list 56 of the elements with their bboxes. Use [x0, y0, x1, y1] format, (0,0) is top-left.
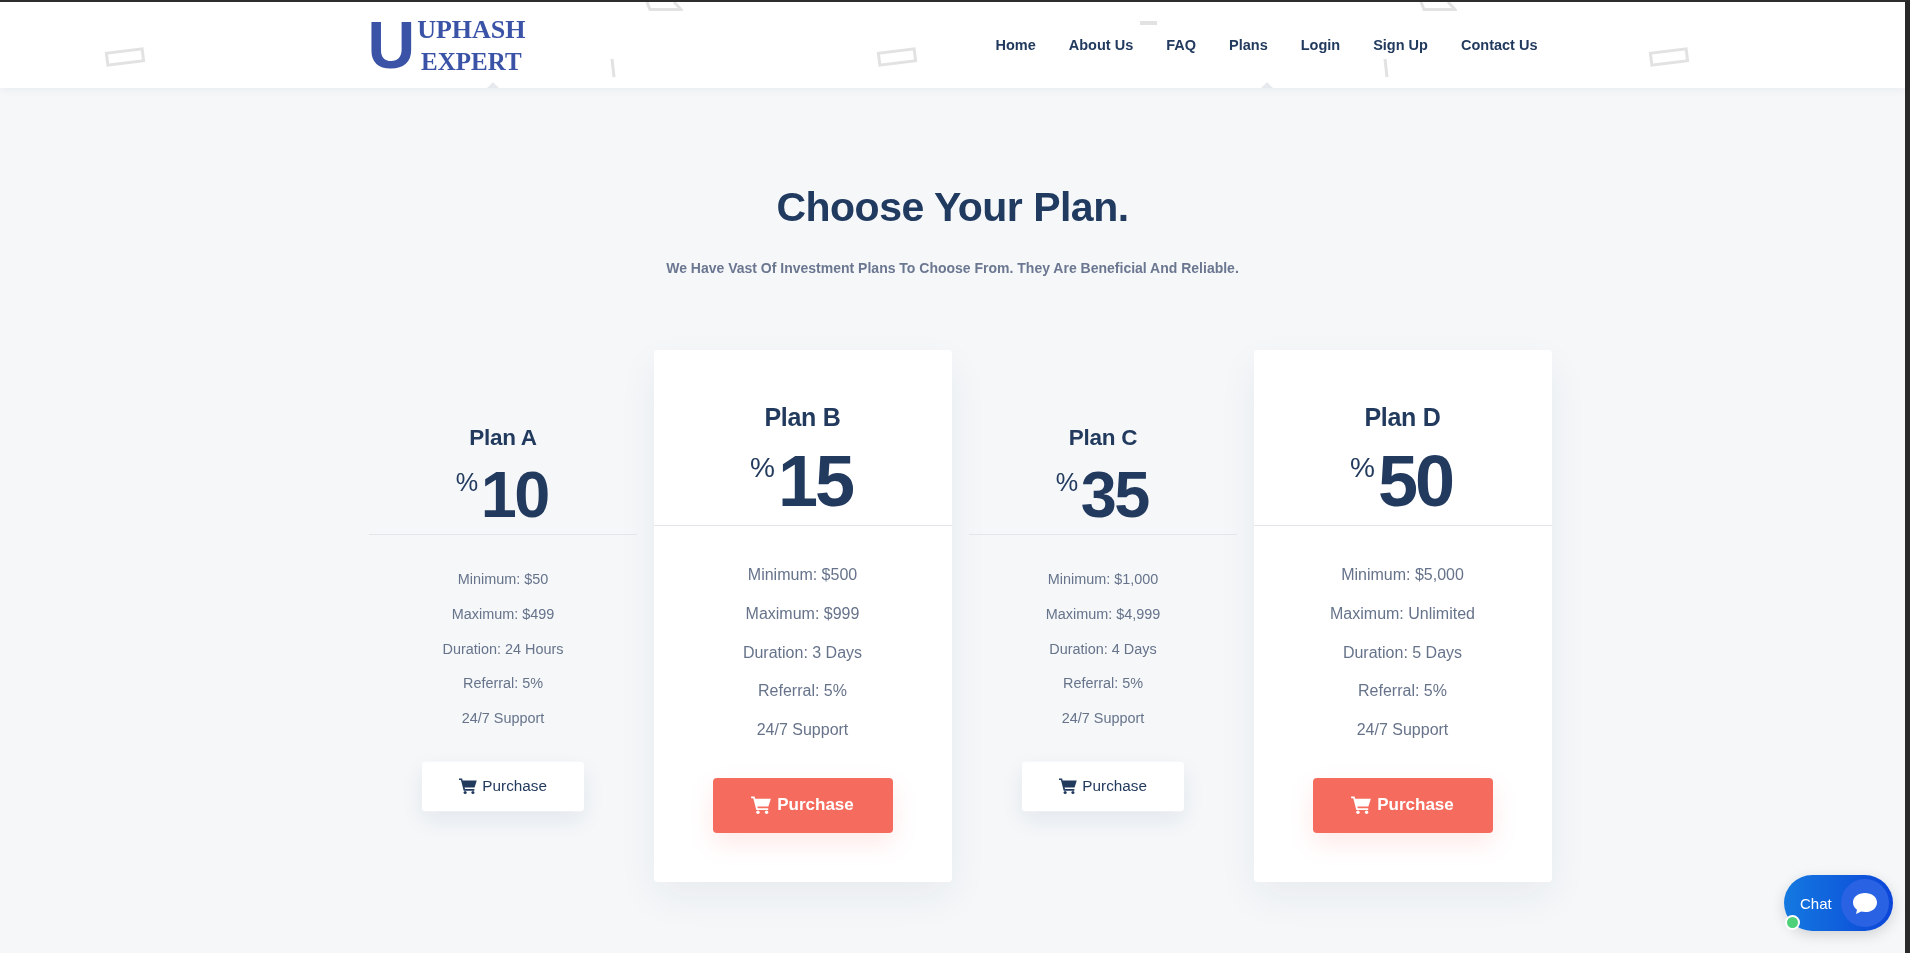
decor-line: [1383, 58, 1389, 78]
plan-feature: Duration: 4 Days: [1048, 639, 1157, 659]
plan-feature: Maximum: $499: [451, 604, 554, 624]
plan-rate: 50: [1377, 444, 1453, 518]
speech-bubble-icon: [1841, 879, 1889, 927]
cart-icon: [751, 796, 772, 815]
plan-feature: 24/7 Support: [1061, 709, 1144, 728]
plan-feature: Maximum: Unlimited: [1330, 603, 1475, 624]
plan-feature: Referral: 5%: [1062, 674, 1143, 694]
plan-name: Plan D: [1364, 402, 1441, 433]
price-symbol: %: [750, 454, 775, 482]
plan-rate: 10: [480, 461, 549, 528]
plan-name: Plan C: [1068, 423, 1137, 452]
plan-rate: 15: [777, 444, 854, 518]
cart-icon: [1058, 778, 1077, 795]
logo-letter: U: [367, 12, 416, 78]
logo-text: EXPERT: [421, 48, 522, 74]
plan-feature: Minimum: $5,000: [1341, 565, 1464, 585]
nav-link[interactable]: FAQ: [1166, 37, 1196, 53]
purchase-button[interactable]: Purchase: [1021, 761, 1184, 812]
price-symbol: %: [1350, 454, 1375, 482]
nav-link[interactable]: Sign Up: [1373, 37, 1428, 53]
logo-text: UPHASH: [417, 16, 526, 43]
nav-link[interactable]: About Us: [1068, 37, 1134, 53]
chat-button[interactable]: Chat: [1784, 875, 1893, 931]
plan-feature: 24/7 Support: [461, 709, 544, 728]
plan-feature: Maximum: $999: [745, 603, 860, 624]
nav-link[interactable]: Home: [995, 37, 1036, 53]
cart-icon: [1351, 796, 1372, 815]
nav-link[interactable]: Contact Us: [1460, 37, 1538, 53]
price-symbol: %: [455, 470, 478, 496]
decor-triangle: [1261, 82, 1273, 88]
section-subtitle: We Have Vast Of Investment Plans To Choose From. They Are Beneficial And Reliable.: [666, 259, 1239, 278]
plan-feature: Duration: 3 Days: [742, 642, 863, 663]
plan-name: Plan A: [468, 423, 537, 452]
plan-feature: Duration: 24 Hours: [442, 639, 563, 659]
plan-feature: Referral: 5%: [462, 674, 543, 694]
plan-feature: Minimum: $500: [747, 565, 858, 585]
plan-feature: 24/7 Support: [756, 720, 849, 741]
plan-rate: 35: [1080, 461, 1149, 528]
section-title: Choose Your Plan.: [776, 183, 1129, 232]
cart-icon: [458, 778, 477, 795]
nav-link[interactable]: Login: [1300, 37, 1341, 53]
plan-feature: Referral: 5%: [758, 681, 847, 702]
nav-link[interactable]: Plans: [1229, 37, 1268, 53]
decor-line: [610, 58, 616, 78]
purchase-button[interactable]: Purchase: [421, 761, 584, 812]
plan-feature: 24/7 Support: [1356, 720, 1449, 741]
plan-feature: Referral: 5%: [1358, 681, 1447, 702]
price-symbol: %: [1055, 470, 1078, 496]
decor-triangle: [487, 82, 499, 88]
plan-feature: Duration: 5 Days: [1342, 642, 1463, 663]
plan-feature: Minimum: $50: [457, 570, 548, 589]
plan-feature: Minimum: $1,000: [1047, 570, 1158, 589]
plan-feature: Maximum: $4,999: [1045, 604, 1160, 624]
plan-name: Plan B: [764, 402, 841, 433]
